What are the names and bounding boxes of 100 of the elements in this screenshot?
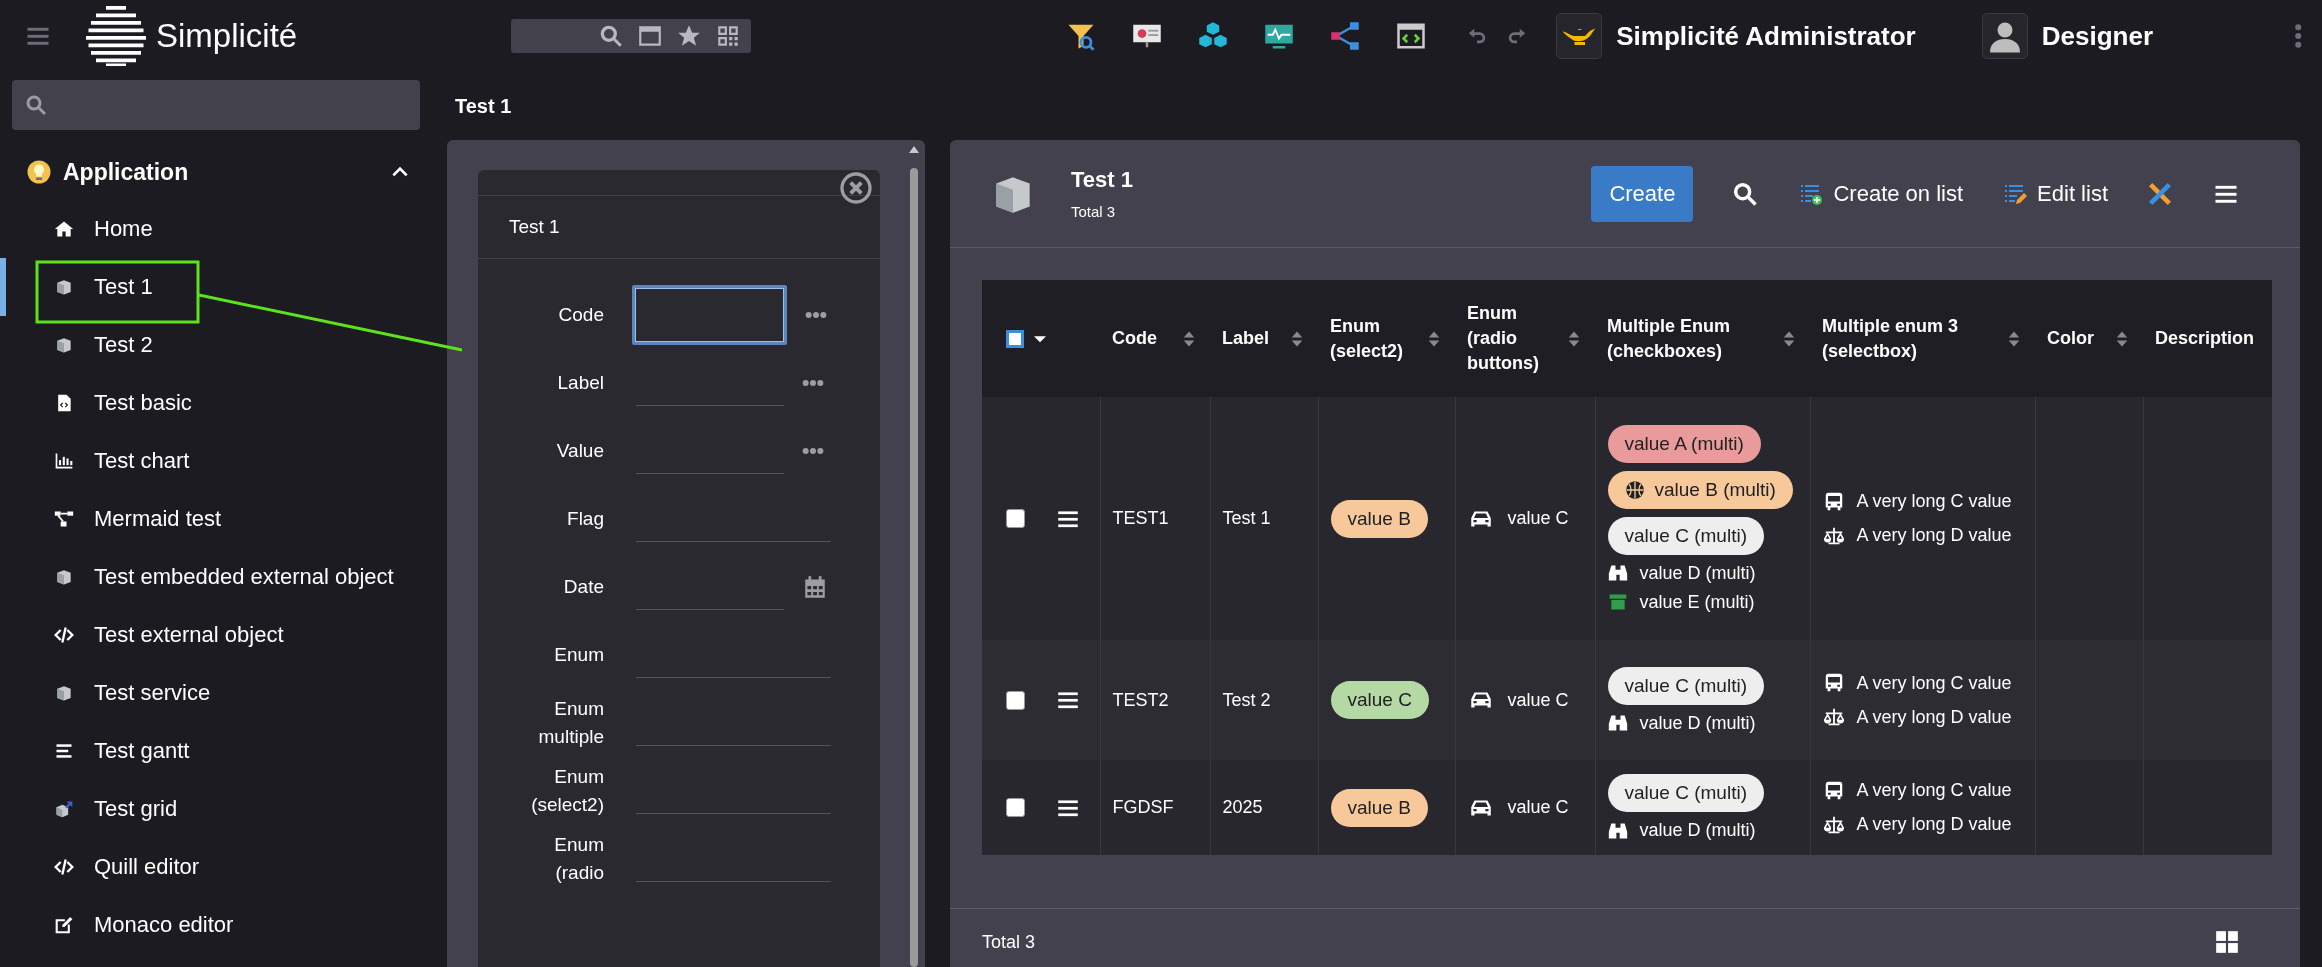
table-cell: 2025 xyxy=(1210,760,1318,855)
binoculars-icon xyxy=(1607,563,1628,583)
avatar[interactable] xyxy=(1981,13,2028,59)
logo-icon xyxy=(86,6,146,66)
cell-value: A very long D value xyxy=(1856,525,2012,546)
more-button[interactable] xyxy=(2295,24,2302,48)
section-title: Application xyxy=(63,158,190,186)
field-label: Flag xyxy=(567,507,604,531)
list-title: Test 1 xyxy=(1071,167,1133,193)
search-field[interactable] xyxy=(12,80,420,130)
link-label: Create on list xyxy=(1833,180,1964,207)
toolbar-link[interactable]: Edit list xyxy=(2003,180,2108,207)
grid-view-button[interactable] xyxy=(2214,929,2240,955)
item-label: Test basic xyxy=(94,390,192,416)
cell-value: A very long D value xyxy=(1856,814,2012,835)
field-label: Code xyxy=(558,303,604,327)
link-label: Edit list xyxy=(2037,180,2108,207)
field-label: Enum multiple xyxy=(537,697,604,749)
cell-value: A very long C value xyxy=(1856,491,2012,512)
calendar-icon[interactable] xyxy=(802,574,828,600)
row-checkbox[interactable] xyxy=(1006,798,1025,817)
record-count: Total 3 xyxy=(1071,203,1117,220)
column-header[interactable]: Color xyxy=(2047,326,2105,351)
item-label: Test gantt xyxy=(94,738,190,764)
item-label: Test service xyxy=(94,680,211,706)
item-label: Monaco editor xyxy=(94,912,234,938)
table-cell: FGDSF xyxy=(1100,760,1210,855)
sidebar-item[interactable]: Home xyxy=(0,200,440,258)
item-label: Test chart xyxy=(94,448,190,474)
value-tag: value B xyxy=(1330,788,1428,827)
item-label: Home xyxy=(94,216,153,242)
search-field[interactable] xyxy=(511,19,752,53)
table-cell: TEST2 xyxy=(1100,640,1210,760)
item-label: Test embedded external object xyxy=(94,564,394,590)
code-icon xyxy=(54,625,74,645)
window-icon[interactable] xyxy=(637,23,664,49)
sidebar-item[interactable]: Test 2 xyxy=(0,316,440,374)
sidebar-item[interactable]: Test grid xyxy=(0,780,440,838)
cell-value: value C xyxy=(1507,508,1569,529)
value-tag: value C xyxy=(1330,681,1429,719)
column-header[interactable]: Description xyxy=(2155,326,2260,351)
cell-value: value C xyxy=(1507,689,1569,711)
breadcrumb[interactable]: Test 1 xyxy=(455,94,512,118)
item-label: Quill editor xyxy=(94,854,200,880)
value-tag: value C (multi) xyxy=(1607,516,1764,555)
item-label: Test grid xyxy=(94,796,178,822)
search-icon xyxy=(24,93,48,117)
table-cell: TEST1 xyxy=(1100,397,1210,640)
cell-value: A very long D value xyxy=(1856,706,2012,728)
close-icon xyxy=(840,172,872,204)
cell-value: value D (multi) xyxy=(1639,562,1756,584)
share-icon[interactable] xyxy=(1330,21,1361,51)
sidebar-item[interactable]: Test external object xyxy=(0,606,440,664)
input-field[interactable] xyxy=(632,285,787,345)
sidebar-item[interactable]: Test basic xyxy=(0,374,440,432)
binoculars-icon xyxy=(1607,713,1628,733)
field-label: Value xyxy=(556,439,604,463)
sidebar-item[interactable]: Quill editor xyxy=(0,838,440,896)
select-all-checkbox[interactable] xyxy=(1006,329,1024,348)
row-checkbox[interactable] xyxy=(1006,690,1025,710)
avatar[interactable] xyxy=(1556,13,1603,59)
value-tag: value C (multi) xyxy=(1607,666,1764,705)
search-icon[interactable] xyxy=(598,23,625,49)
archive-icon xyxy=(1607,592,1628,612)
diagram-icon xyxy=(54,509,74,529)
grid-icon xyxy=(2214,929,2240,955)
cell-value: A very long C value xyxy=(1856,672,2012,694)
table-cell: Test 1 xyxy=(1210,397,1318,640)
create-button[interactable]: Create xyxy=(1591,165,1694,222)
field-label: Label xyxy=(557,371,604,395)
toolbar-link[interactable]: Create on list xyxy=(1799,180,1964,207)
item-label: Test 2 xyxy=(94,332,153,358)
sidebar-item[interactable]: Test chart xyxy=(0,432,440,490)
sidebar-item[interactable]: Mermaid test xyxy=(0,490,440,548)
home-icon xyxy=(54,219,74,239)
sidebar-item[interactable]: Test 1 xyxy=(0,258,440,316)
column-header[interactable]: Code xyxy=(1112,326,1172,351)
field-label: Enum (select2) xyxy=(530,765,604,817)
sidebar-item[interactable]: Test service xyxy=(0,664,440,722)
ball-icon xyxy=(1624,479,1645,500)
column-header[interactable]: Label xyxy=(1222,326,1280,351)
item-label: Mermaid test xyxy=(94,506,222,532)
item-label: Test external object xyxy=(94,622,284,648)
cell-value: A very long C value xyxy=(1856,780,2012,801)
lightbulb-icon xyxy=(27,160,51,184)
sidebar-item[interactable]: Monaco editor xyxy=(0,896,440,954)
edit-icon xyxy=(54,915,74,935)
cell-value: value D (multi) xyxy=(1639,820,1756,841)
list-icon xyxy=(54,741,74,761)
close-button[interactable] xyxy=(840,172,872,204)
sidebar-item[interactable]: Test gantt xyxy=(0,722,440,780)
record-count: Total 3 xyxy=(982,931,1036,953)
section-header[interactable]: Application xyxy=(0,144,440,200)
bar-chart-icon xyxy=(54,451,74,471)
kebab-icon xyxy=(2295,24,2302,48)
scale-icon xyxy=(1822,706,1845,728)
form-title: Test 1 xyxy=(509,216,560,238)
sidebar-item[interactable]: Test embedded external object xyxy=(0,548,440,606)
row-checkbox[interactable] xyxy=(1006,509,1025,528)
code-window-icon[interactable] xyxy=(1396,21,1427,51)
